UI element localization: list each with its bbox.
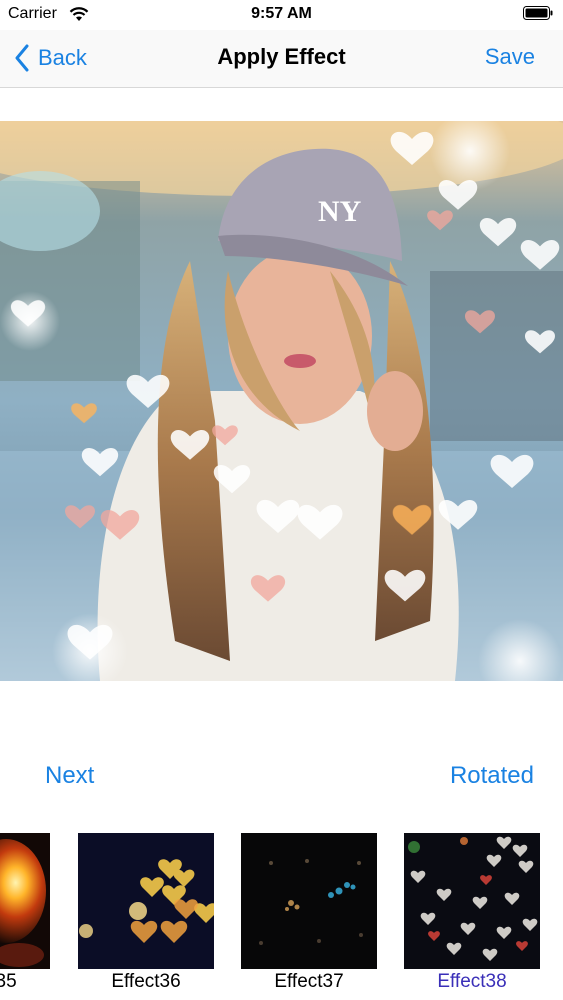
effect-label-37: Effect37: [274, 971, 344, 992]
rotated-button[interactable]: Rotated: [450, 762, 534, 790]
navigation-bar: Back Apply Effect Save: [0, 30, 563, 88]
effect-thumbnail-37[interactable]: [241, 833, 377, 969]
svg-text:NY: NY: [318, 195, 362, 228]
effect-label-35: Effect35: [0, 971, 17, 992]
effect-label-36: Effect36: [111, 971, 181, 992]
effect37-preview: [241, 833, 377, 969]
effect-preview-image: NY: [0, 121, 563, 681]
status-bar: Carrier 9:57 AM: [0, 0, 563, 30]
status-time: 9:57 AM: [251, 5, 312, 22]
page-title: Apply Effect: [217, 44, 346, 69]
save-button[interactable]: Save: [485, 44, 535, 70]
effect-thumbnail-35[interactable]: [0, 833, 50, 969]
effect38-preview: [404, 833, 540, 969]
battery-icon: [523, 6, 553, 20]
effect-thumbnail-38[interactable]: [404, 833, 540, 969]
effect-label-38: Effect38: [437, 971, 507, 992]
effect-thumbnail-36[interactable]: [78, 833, 214, 969]
effect36-preview: [78, 833, 214, 969]
next-button[interactable]: Next: [45, 762, 94, 790]
effects-strip[interactable]: Effect35 Effect36: [0, 833, 563, 1000]
effect35-preview: [0, 833, 50, 969]
photo-artwork: NY: [0, 121, 563, 681]
